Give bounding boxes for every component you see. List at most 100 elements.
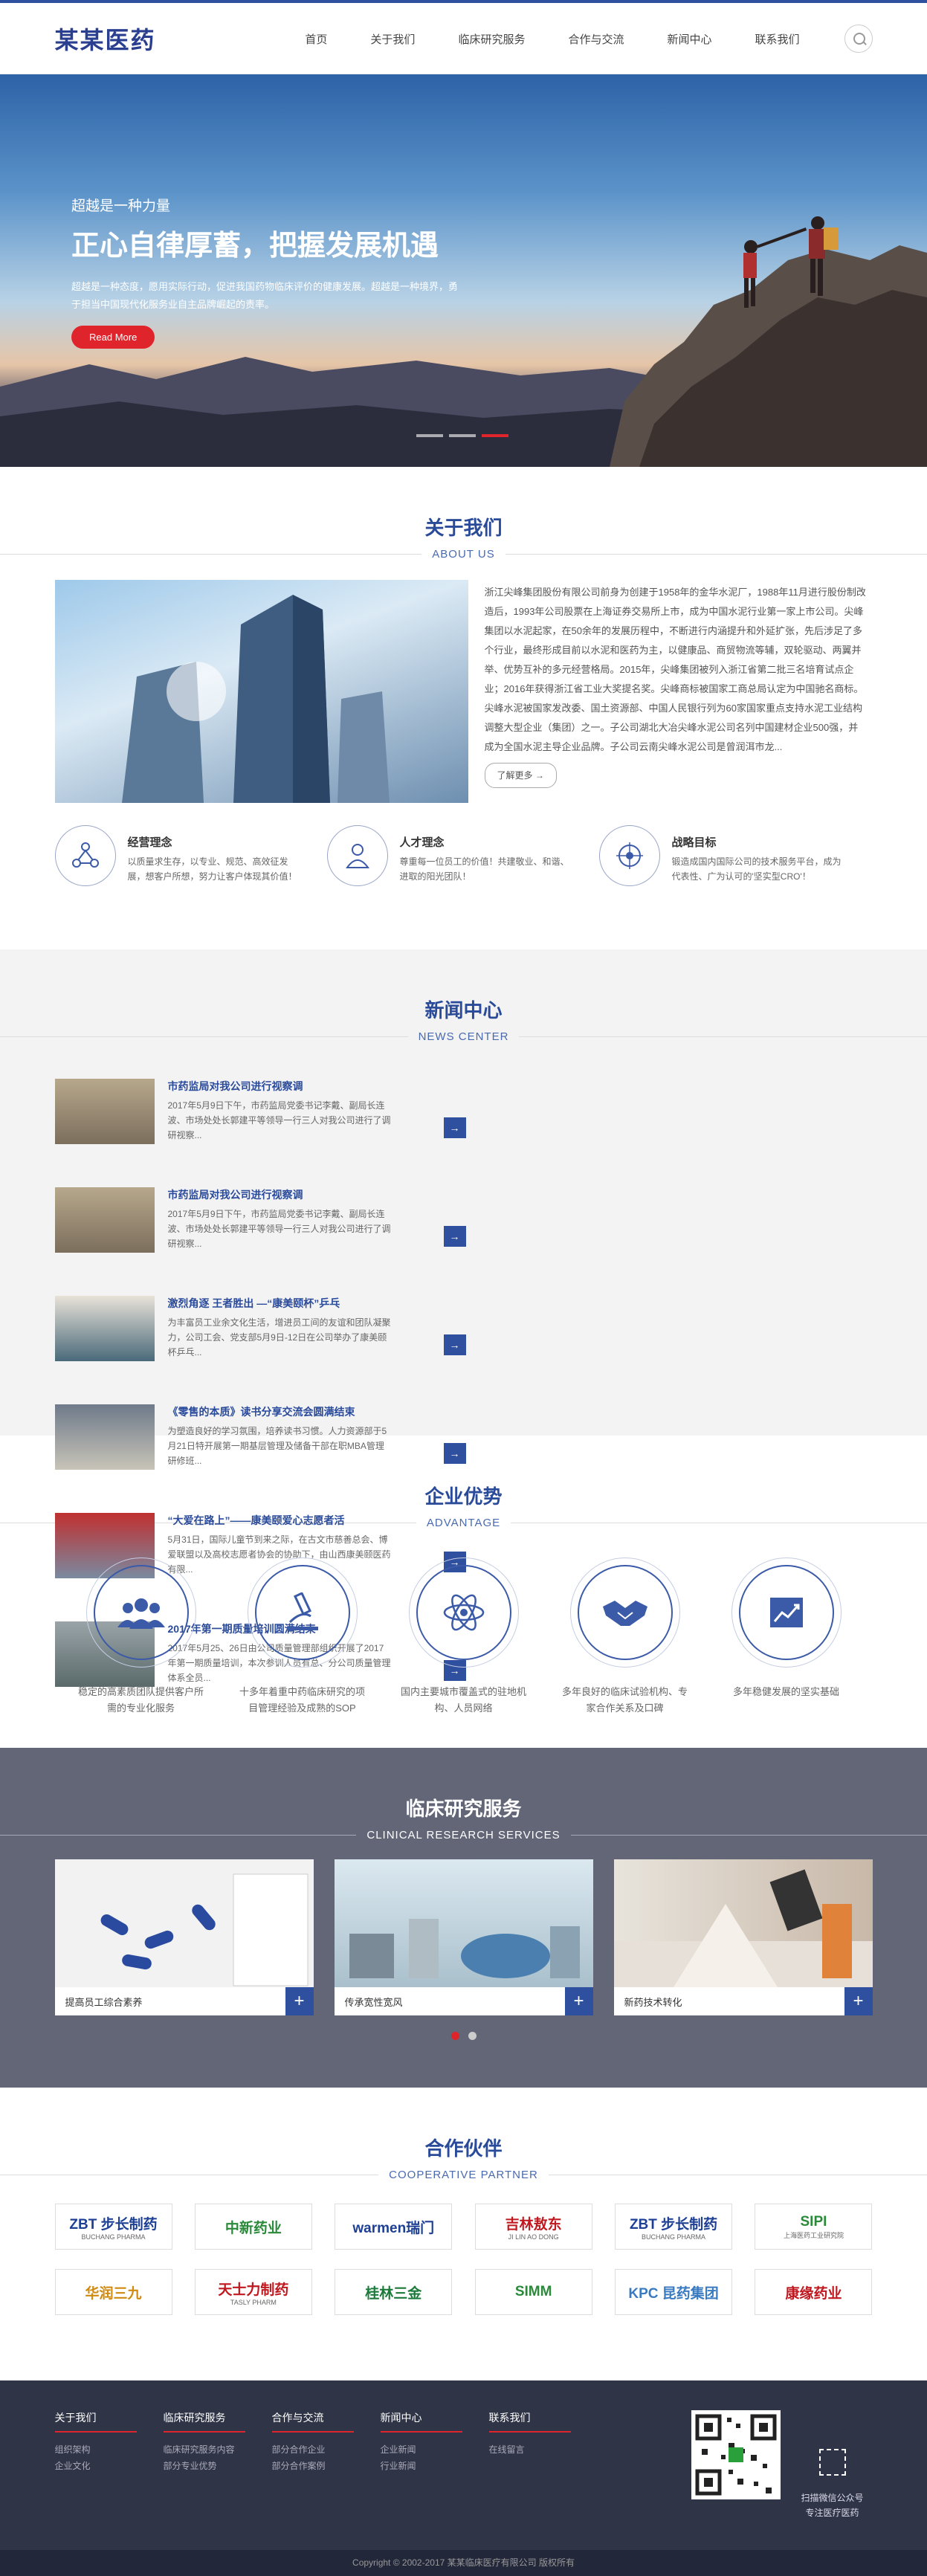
partner-name: ZBT 步长制药 xyxy=(69,2216,158,2233)
footer-col-contact: 联系我们 在线留言 xyxy=(488,2410,598,2520)
partner-logo[interactable]: SIMM xyxy=(474,2269,592,2315)
partner-name: KPC 昆药集团 xyxy=(628,2285,719,2302)
clinical-en-title: CLINICAL RESEARCH SERVICES xyxy=(366,1829,561,1841)
arrow-right-icon[interactable]: → xyxy=(443,1226,466,1247)
partner-logo[interactable]: 天士力制药 TASLY PHARM xyxy=(194,2269,312,2315)
advantage-desc: 多年良好的临床试验机构、专家合作关系及口碑 xyxy=(561,1686,688,1714)
partner-subname: JI LIN AO DONG xyxy=(508,2233,559,2241)
footer-col-clinical: 临床研究服务临床研究服务内容 部分专业优势 xyxy=(163,2410,272,2520)
partner-logo[interactable]: warmen瑞门 xyxy=(335,2204,453,2250)
wechat-qr-code xyxy=(691,2410,781,2499)
idea-strategy: 战略目标 锻造成国内国际公司的技术服务平台，成为代表性、广为认可的'坚实型CRO'… xyxy=(598,825,871,886)
nav-contact[interactable]: 联系我们 xyxy=(755,31,799,47)
partner-logo[interactable]: 康缘药业 xyxy=(755,2269,873,2315)
partner-subname: BUCHANG PHARMA xyxy=(642,2233,706,2241)
partner-name: 康缘药业 xyxy=(785,2285,842,2302)
banner-description: 超越是一种态度，愿用实际行动，促进我国药物临床评价的健康发展。超越是一种境界，勇… xyxy=(71,281,459,310)
partner-logo[interactable]: SIPI 上海医药工业研究院 xyxy=(755,2204,873,2250)
footer-link[interactable]: 企业文化 xyxy=(55,2458,164,2474)
news-item[interactable]: 市药监局对我公司进行视察调 2017年5月9日下午，市药监局党委书记李戴、副局长连… xyxy=(54,1079,466,1146)
footer-link[interactable]: 行业新闻 xyxy=(381,2458,489,2474)
banner-dot[interactable] xyxy=(416,434,443,437)
partner-logo[interactable]: 华润三九 xyxy=(54,2269,172,2315)
carousel-dot[interactable] xyxy=(468,2032,477,2040)
read-more-button[interactable]: Read More xyxy=(71,326,155,349)
partner-logo[interactable]: ZBT 步长制药 BUCHANG PHARMA xyxy=(615,2204,733,2250)
partner-subname: 上海医药工业研究院 xyxy=(783,2231,844,2239)
partner-logo[interactable]: KPC 昆药集团 xyxy=(615,2269,733,2315)
growth-chart-icon xyxy=(738,1565,834,1660)
news-item-title[interactable]: 《零售的本质》读书分享交流会圆满结束 xyxy=(168,1404,391,1419)
person-icon xyxy=(326,825,388,886)
partner-name: 桂林三金 xyxy=(365,2285,422,2302)
plus-icon[interactable]: + xyxy=(564,1987,593,2015)
partner-logo[interactable]: ZBT 步长制药 BUCHANG PHARMA xyxy=(54,2204,172,2250)
about-title: 关于我们 xyxy=(424,517,503,539)
service-card[interactable]: 提高员工综合素养 + xyxy=(54,1859,314,2015)
factory-image xyxy=(334,1859,593,1987)
banner-dot[interactable] xyxy=(449,434,476,437)
plus-icon[interactable]: + xyxy=(844,1987,873,2015)
arrow-right-icon[interactable]: → xyxy=(443,1334,466,1355)
about-text: 浙江尖峰集团股份有限公司前身为创建于1958年的金华水泥厂，1988年11月进行… xyxy=(484,587,866,752)
banner-title: 正心自律厚蓄，把握发展机遇 xyxy=(71,230,439,262)
news-en-title: NEWS CENTER xyxy=(418,1030,509,1043)
partner-logo[interactable]: 吉林敖东 JI LIN AO DONG xyxy=(474,2204,592,2250)
news-item[interactable]: 《零售的本质》读书分享交流会圆满结束 为塑造良好的学习氛围，培养读书习惯。人力资源… xyxy=(54,1404,466,1471)
partner-name: 吉林敖东 xyxy=(505,2216,562,2233)
news-item-title[interactable]: 激烈角逐 王者胜出 —“康美颐杯”乒乓 xyxy=(168,1296,391,1311)
news-item-desc: 2017年5月9日下午，市药监局党委书记李戴、副局长连波、市场处处长郭建平等领导… xyxy=(167,1100,391,1140)
footer-col-cooperation: 合作与交流 部分合作企业 部分合作案例 xyxy=(271,2410,381,2520)
carousel-dot-active[interactable] xyxy=(450,2032,459,2040)
footer-col-about: 关于我们 组织架构 企业文化 xyxy=(54,2410,164,2520)
footer-col-news: 新闻中心企业新闻 行业新闻 xyxy=(380,2410,489,2520)
footer-col-title: 临床研究服务 xyxy=(163,2410,245,2433)
advantage-item: 十多年着重中药临床研究的项目管理经验及成熟的SOP xyxy=(239,1557,366,1717)
news-item-title[interactable]: 市药监局对我公司进行视察调 xyxy=(168,1187,391,1202)
service-card[interactable]: 传承宽性宽风 + xyxy=(334,1859,593,2015)
nav-cooperation[interactable]: 合作与交流 xyxy=(568,31,624,47)
partner-logo[interactable]: 桂林三金 xyxy=(335,2269,453,2315)
news-thumbnail xyxy=(54,1187,155,1253)
footer-link[interactable]: 部分合作案例 xyxy=(272,2458,381,2474)
news-item-title[interactable]: 市药监局对我公司进行视察调 xyxy=(168,1079,391,1094)
nav-about[interactable]: 关于我们 xyxy=(370,31,415,47)
news-item-title[interactable]: “大爱在路上”——康美颐爱心志愿者活 xyxy=(168,1513,391,1528)
footer-link[interactable]: 部分合作企业 xyxy=(272,2441,381,2458)
qr-caption: 专注医疗医药 xyxy=(805,2508,859,2518)
banner-subtitle: 超越是一种力量 xyxy=(71,198,171,214)
advantage-item: 国内主要城市覆盖式的驻地机构、人员网络 xyxy=(400,1557,528,1717)
advantage-desc: 多年稳健发展的坚实基础 xyxy=(732,1686,839,1697)
footer-link[interactable]: 部分专业优势 xyxy=(164,2458,272,2474)
idea-desc: 以质量求生存，以专业、规范、高效征发展，想客户所想，努力让客户体现其价值！ xyxy=(127,856,297,882)
site-logo[interactable]: 某某医药 xyxy=(55,22,156,56)
nav-clinical[interactable]: 临床研究服务 xyxy=(458,31,525,47)
news-item[interactable]: 市药监局对我公司进行视察调 2017年5月9日下午，市药监局党委书记李戴、副局长连… xyxy=(54,1187,466,1254)
footer-link[interactable]: 在线留言 xyxy=(489,2441,598,2458)
learn-more-button[interactable]: 了解更多 → xyxy=(484,763,557,788)
handshake-icon xyxy=(577,1565,673,1660)
partner-name: ZBT 步长制药 xyxy=(629,2216,718,2233)
idea-title: 战略目标 xyxy=(671,836,717,849)
about-en-title: ABOUT US xyxy=(432,548,495,561)
partner-name: SIMM xyxy=(514,2284,552,2299)
footer-link[interactable]: 组织架构 xyxy=(55,2441,164,2458)
partner-logo[interactable]: 中新药业 xyxy=(194,2204,312,2250)
arrow-right-icon[interactable]: → xyxy=(443,1117,466,1138)
hero-banner: 超越是一种力量 正心自律厚蓄，把握发展机遇 超越是一种态度，愿用实际行动，促进我… xyxy=(0,74,927,467)
news-item[interactable]: 激烈角逐 王者胜出 —“康美颐杯”乒乓 为丰富员工业余文化生活，增进员工间的友谊和… xyxy=(54,1296,466,1363)
service-card[interactable]: 新药技术转化 + xyxy=(613,1859,873,2015)
plus-icon[interactable]: + xyxy=(285,1987,314,2015)
footer-link[interactable]: 临床研究服务内容 xyxy=(164,2441,272,2458)
idea-title: 人才理念 xyxy=(399,836,445,849)
search-icon[interactable] xyxy=(844,25,873,53)
partners-en-title: COOPERATIVE PARTNER xyxy=(389,2169,538,2181)
nav-home[interactable]: 首页 xyxy=(305,31,327,47)
footer-link[interactable]: 企业新闻 xyxy=(381,2441,489,2458)
nav-news[interactable]: 新闻中心 xyxy=(667,31,711,47)
site-header: 某某医药 首页 关于我们 临床研究服务 合作与交流 新闻中心 联系我们 xyxy=(0,3,927,74)
footer-col-title: 新闻中心 xyxy=(380,2410,462,2433)
partner-name: warmen瑞门 xyxy=(352,2220,435,2236)
arrow-right-icon[interactable]: → xyxy=(443,1443,466,1464)
banner-dot-active[interactable] xyxy=(482,434,508,437)
